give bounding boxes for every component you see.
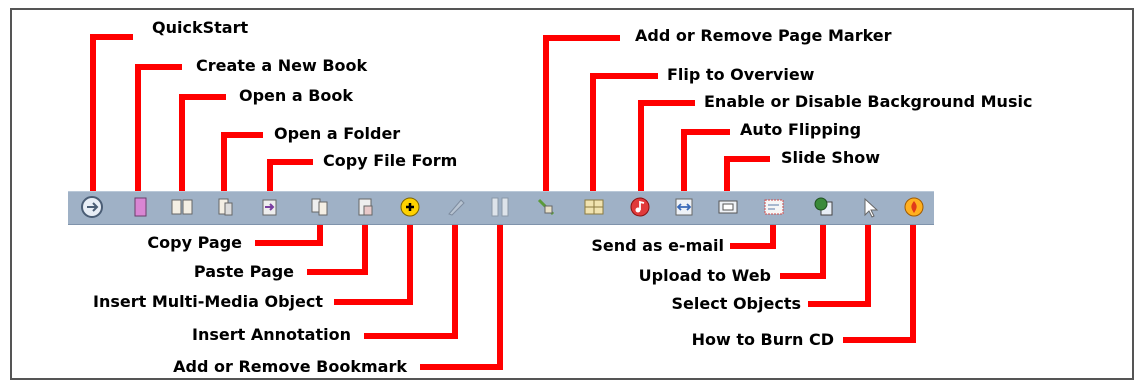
copy-page-icon[interactable]	[308, 195, 332, 219]
toolbar	[68, 191, 934, 225]
label-slide-show: Slide Show	[781, 148, 881, 167]
connector-create-new-book	[135, 64, 182, 206]
burn-cd-icon[interactable]	[902, 195, 926, 219]
flip-overview-icon[interactable]	[582, 195, 606, 219]
label-send-email: Send as e-mail	[591, 236, 724, 255]
connector-page-marker	[543, 35, 620, 206]
upload-web-icon[interactable]	[812, 195, 836, 219]
connector-burn-cd	[843, 208, 916, 343]
label-paste-page: Paste Page	[193, 262, 294, 281]
bookmark-icon[interactable]	[488, 195, 512, 219]
copy-file-form-icon[interactable]	[258, 195, 282, 219]
label-upload-web: Upload to Web	[638, 266, 771, 285]
insert-multimedia-icon[interactable]	[398, 195, 422, 219]
email-icon[interactable]	[762, 195, 786, 219]
label-page-marker: Add or Remove Page Marker	[635, 26, 892, 45]
label-copy-page: Copy Page	[147, 233, 242, 252]
label-burn-cd: How to Burn CD	[691, 330, 834, 349]
label-open-book: Open a Book	[239, 86, 354, 105]
page-marker-icon[interactable]	[534, 195, 558, 219]
label-bg-music: Enable or Disable Background Music	[704, 92, 1033, 111]
open-folder-icon[interactable]	[214, 195, 238, 219]
label-open-folder: Open a Folder	[274, 124, 401, 143]
connector-quickstart	[90, 34, 133, 206]
label-insert-multimedia: Insert Multi-Media Object	[93, 292, 323, 311]
label-flip-overview: Flip to Overview	[667, 65, 815, 84]
select-objects-icon[interactable]	[858, 195, 882, 219]
insert-annotation-icon[interactable]	[444, 195, 468, 219]
label-quickstart: QuickStart	[152, 18, 249, 37]
paste-page-icon[interactable]	[354, 195, 378, 219]
label-bookmark: Add or Remove Bookmark	[173, 357, 407, 376]
background-music-icon[interactable]	[628, 195, 652, 219]
open-book-icon[interactable]	[170, 195, 194, 219]
connector-flip-overview	[590, 73, 658, 206]
label-insert-annotation: Insert Annotation	[192, 325, 351, 344]
label-auto-flipping: Auto Flipping	[740, 120, 862, 139]
label-select-objects: Select Objects	[671, 294, 801, 313]
slide-show-icon[interactable]	[716, 195, 740, 219]
label-copy-file-form: Copy File Form	[323, 151, 458, 170]
label-create-new-book: Create a New Book	[196, 56, 368, 75]
connector-open-book	[179, 94, 226, 206]
connector-bookmark	[420, 208, 503, 370]
quickstart-icon[interactable]	[80, 195, 104, 219]
auto-flipping-icon[interactable]	[672, 195, 696, 219]
new-book-icon[interactable]	[128, 195, 152, 219]
